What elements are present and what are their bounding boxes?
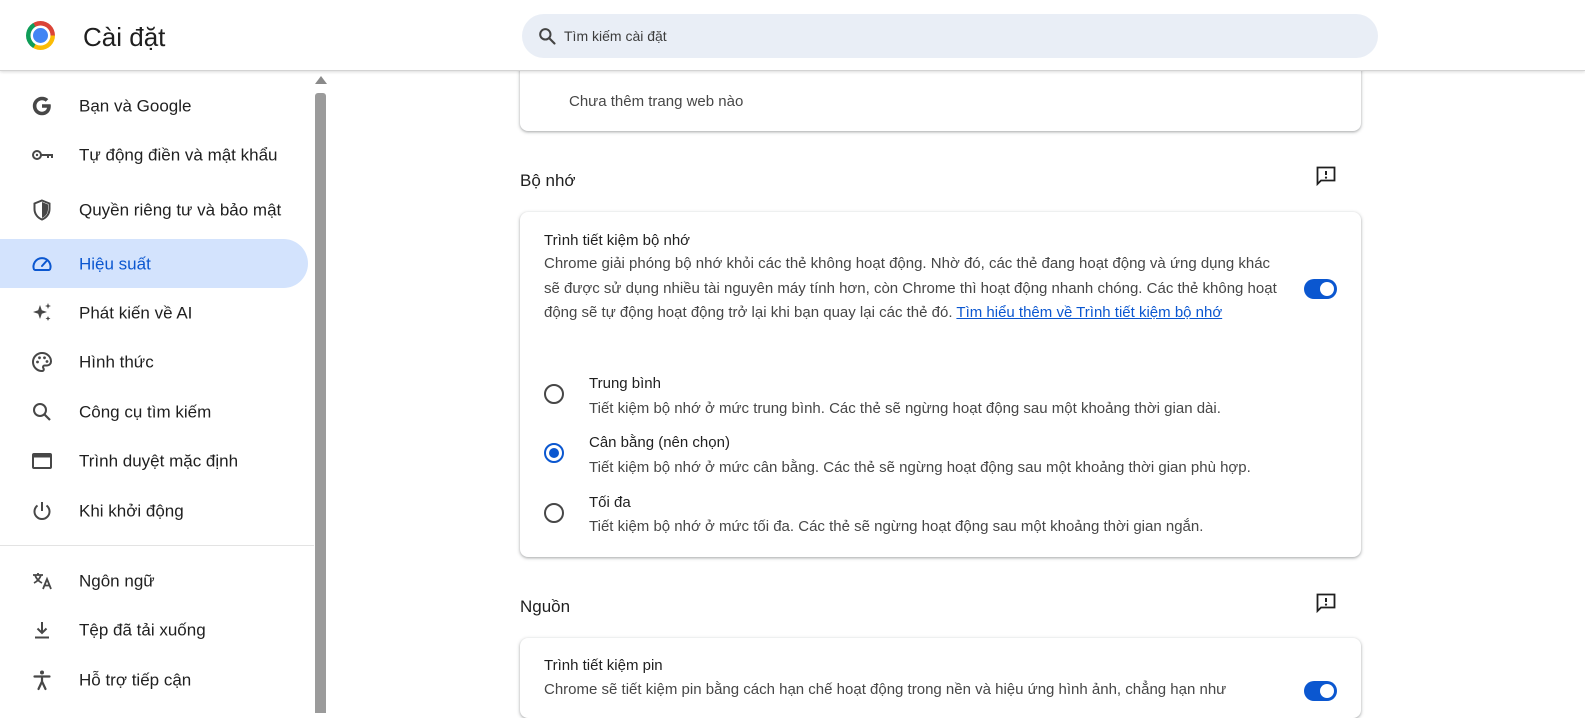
feedback-icon[interactable] bbox=[1314, 164, 1338, 188]
scrollbar-thumb[interactable] bbox=[315, 93, 326, 713]
battery-saver-title: Trình tiết kiệm pin bbox=[544, 657, 663, 674]
sidebar-item-languages[interactable]: Ngôn ngữ bbox=[0, 556, 308, 605]
browser-window-icon bbox=[32, 452, 52, 469]
chrome-logo-icon bbox=[26, 21, 55, 50]
sidebar-item-downloads[interactable]: Tệp đã tải xuống bbox=[0, 605, 308, 654]
battery-saver-description: Chrome sẽ tiết kiệm pin bằng cách hạn ch… bbox=[544, 681, 1227, 698]
sparkle-icon bbox=[33, 302, 51, 321]
option-title: Tối đa bbox=[589, 494, 631, 511]
sidebar-scrollbar[interactable] bbox=[314, 71, 327, 713]
sidebar-item-label: Hỗ trợ tiếp cận bbox=[79, 670, 192, 689]
accessibility-icon bbox=[33, 670, 51, 690]
sidebar-divider bbox=[0, 545, 314, 546]
download-icon bbox=[35, 621, 49, 638]
option-title: Trung bình bbox=[589, 375, 661, 392]
memory-section-title: Bộ nhớ bbox=[520, 171, 576, 190]
sidebar-item-label: Phát kiến về AI bbox=[79, 303, 193, 322]
option-description: Tiết kiệm bộ nhớ ở mức tối đa. Các thẻ s… bbox=[589, 518, 1204, 535]
radio-maximum[interactable] bbox=[544, 503, 564, 523]
sidebar-item-search-engine[interactable]: Công cụ tìm kiếm bbox=[0, 387, 308, 436]
sidebar-item-default-browser[interactable]: Trình duyệt mặc định bbox=[0, 436, 308, 485]
search-icon bbox=[539, 28, 556, 45]
page-title: Cài đặt bbox=[83, 22, 166, 52]
search-box[interactable] bbox=[522, 14, 1378, 58]
sidebar-item-privacy[interactable]: Quyền riêng tư và bảo mật bbox=[0, 185, 308, 234]
sidebar-item-you-and-google[interactable]: Bạn và Google bbox=[0, 81, 308, 130]
translate-icon bbox=[33, 572, 52, 589]
option-description: Tiết kiệm bộ nhớ ở mức cân bằng. Các thẻ… bbox=[589, 459, 1251, 476]
palette-icon bbox=[32, 351, 53, 372]
sidebar-item-label: Tệp đã tải xuống bbox=[79, 620, 206, 639]
battery-saver-toggle[interactable] bbox=[1304, 681, 1337, 701]
sidebar-item-label: Ngôn ngữ bbox=[79, 571, 155, 590]
battery-saver-card: Trình tiết kiệm pin Chrome sẽ tiết kiệm … bbox=[520, 638, 1361, 718]
sidebar-item-label: Trình duyệt mặc định bbox=[79, 451, 239, 470]
sidebar-item-label: Hiệu suất bbox=[79, 254, 151, 273]
speedometer-icon bbox=[32, 256, 52, 271]
sidebar-item-label: Tự động điền và mật khẩu bbox=[79, 145, 278, 164]
sidebar-item-appearance[interactable]: Hình thức bbox=[0, 337, 308, 386]
memory-saver-toggle[interactable] bbox=[1304, 279, 1337, 299]
memory-saver-description: Chrome giải phóng bộ nhớ khỏi các thẻ kh… bbox=[544, 255, 1277, 321]
top-bar: Cài đặt bbox=[0, 0, 1585, 71]
key-icon bbox=[32, 149, 53, 160]
site-list-card: Chưa thêm trang web nào bbox=[520, 62, 1361, 131]
sidebar-item-label: Khi khởi động bbox=[79, 501, 184, 520]
sidebar-item-label: Bạn và Google bbox=[79, 96, 192, 115]
radio-balanced[interactable] bbox=[544, 443, 564, 463]
power-section-title: Nguồn bbox=[520, 597, 571, 616]
option-title: Cân bằng (nên chọn) bbox=[589, 434, 730, 451]
sidebar-item-autofill[interactable]: Tự động điền và mật khẩu bbox=[0, 130, 308, 179]
search-input[interactable] bbox=[564, 14, 1344, 58]
learn-more-link[interactable]: Tìm hiểu thêm về Trình tiết kiệm bộ nhớ bbox=[956, 304, 1222, 321]
sidebar-item-label: Hình thức bbox=[79, 352, 154, 371]
shield-icon bbox=[33, 198, 51, 221]
sidebar-item-label: Quyền riêng tư và bảo mật bbox=[79, 200, 282, 219]
sidebar-item-ai[interactable]: Phát kiến về AI bbox=[0, 288, 308, 337]
sidebar-item-label: Công cụ tìm kiếm bbox=[79, 402, 212, 421]
memory-saver-title: Trình tiết kiệm bộ nhớ bbox=[544, 232, 691, 249]
empty-sites-text: Chưa thêm trang web nào bbox=[569, 93, 744, 110]
sidebar: Bạn và Google Tự động điền và mật khẩu Q… bbox=[0, 71, 314, 707]
power-icon bbox=[33, 501, 51, 520]
google-icon bbox=[32, 96, 51, 115]
option-description: Tiết kiệm bộ nhớ ở mức trung bình. Các t… bbox=[589, 400, 1221, 417]
scroll-up-arrow-icon[interactable] bbox=[315, 76, 327, 84]
sidebar-item-on-startup[interactable]: Khi khởi động bbox=[0, 486, 308, 535]
sidebar-item-accessibility[interactable]: Hỗ trợ tiếp cận bbox=[0, 655, 308, 704]
feedback-icon[interactable] bbox=[1314, 591, 1338, 615]
radio-moderate[interactable] bbox=[544, 384, 564, 404]
search-icon bbox=[33, 402, 51, 421]
sidebar-item-performance[interactable]: Hiệu suất bbox=[0, 239, 308, 288]
